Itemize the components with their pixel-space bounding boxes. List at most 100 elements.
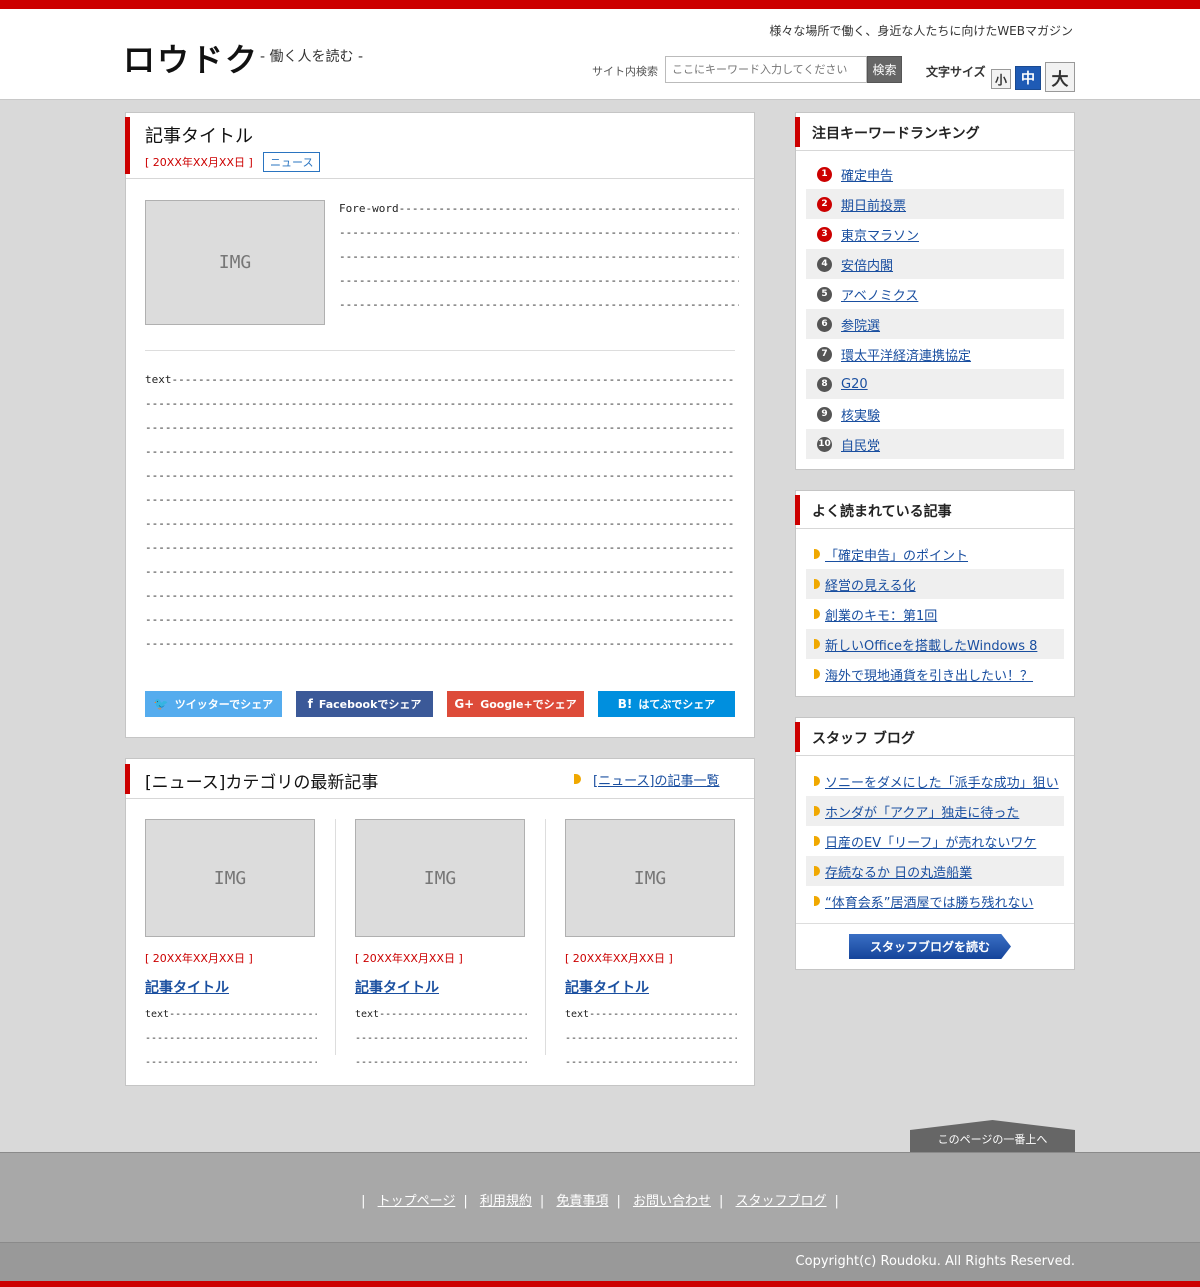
- bullet-icon: [814, 579, 820, 589]
- site-logo[interactable]: ロウドク: [123, 35, 259, 81]
- copyright-bar: Copyright(c) Roudoku. All Rights Reserve…: [0, 1242, 1200, 1282]
- ranking-link[interactable]: G20: [841, 377, 868, 392]
- rank-number-badge: 10: [817, 436, 832, 452]
- popular-item[interactable]: 海外で現地通貨を引き出したい！？: [806, 659, 1064, 689]
- popular-articles-box: よく読まれている記事 「確定申告」のポイント 経営の見える化 創業のキモ：第1回…: [795, 490, 1075, 697]
- popular-header: よく読まれている記事: [795, 491, 1074, 529]
- blog-item[interactable]: 日産のEV「リーフ」が売れないワケ: [806, 826, 1064, 856]
- site-tagline: - 働く人を読む -: [260, 49, 364, 65]
- ranking-link[interactable]: 環太平洋経済連携協定: [841, 345, 971, 364]
- ranking-link[interactable]: 安倍内閣: [841, 255, 893, 274]
- footer-link-staff-blog[interactable]: スタッフブログ: [736, 1194, 827, 1209]
- card-date: [ 20XX年XX月XX日 ]: [565, 952, 673, 965]
- font-size-small-button[interactable]: 小: [991, 69, 1011, 89]
- blog-link[interactable]: ホンダが「アクア」独走に待った: [825, 802, 1019, 821]
- bullet-icon: [814, 549, 820, 559]
- blog-link[interactable]: 存続なるか 日の丸造船業: [825, 862, 972, 881]
- footer-separator: |: [616, 1194, 621, 1209]
- footer-separator: |: [463, 1194, 468, 1209]
- card-text: text--------------------------- --------…: [145, 1009, 317, 1068]
- hatena-share-button[interactable]: B! はてぶでシェア: [598, 691, 735, 717]
- ranking-item[interactable]: 9 核実験: [806, 399, 1064, 429]
- ranking-item[interactable]: 2 期日前投票: [806, 189, 1064, 219]
- card-title-link[interactable]: 記事タイトル: [145, 977, 229, 997]
- ranking-link[interactable]: アベノミクス: [841, 285, 918, 304]
- font-size-medium-button[interactable]: 中: [1015, 66, 1041, 90]
- facebook-icon: f: [307, 697, 313, 711]
- category-list-link[interactable]: [ニュース]の記事一覧: [593, 770, 720, 789]
- ranking-link[interactable]: 参院選: [841, 315, 880, 334]
- google-share-button[interactable]: G+ Google+でシェア: [447, 691, 584, 717]
- article-foreword: Fore-word-------------------------------…: [339, 202, 739, 311]
- site-header: ロウドク - 働く人を読む - 様々な場所で働く、身近な人たちに向けたWEBマガ…: [0, 9, 1200, 100]
- footer-link-contact[interactable]: お問い合わせ: [633, 1194, 711, 1209]
- popular-item[interactable]: 創業のキモ：第1回: [806, 599, 1064, 629]
- popular-link[interactable]: 「確定申告」のポイント: [825, 545, 968, 564]
- copyright-text: Copyright(c) Roudoku. All Rights Reserve…: [795, 1254, 1075, 1269]
- ranking-item[interactable]: 3 東京マラソン: [806, 219, 1064, 249]
- popular-item[interactable]: 経営の見える化: [806, 569, 1064, 599]
- google-share-label: Google+でシェア: [480, 698, 577, 711]
- ranking-list: 1 確定申告 2 期日前投票 3 東京マラソン 4 安倍内閣 5 アベノミクス 6 参院選 …: [806, 159, 1064, 459]
- ranking-link[interactable]: 確定申告: [841, 165, 893, 184]
- staff-blog-header: スタッフ ブログ: [795, 718, 1074, 756]
- card-text: text--------------------------- --------…: [565, 1009, 737, 1068]
- rank-number-badge: 8: [817, 376, 832, 392]
- popular-item[interactable]: 新しいOfficeを搭載したWindows 8: [806, 629, 1064, 659]
- category-latest-box: [ニュース]カテゴリの最新記事 [ニュース]の記事一覧 IMG [ 20XX年X…: [125, 758, 755, 1086]
- font-size-large-button[interactable]: 大: [1045, 62, 1075, 92]
- hatena-share-label: はてぶでシェア: [638, 698, 716, 711]
- ranking-item[interactable]: 4 安倍内閣: [806, 249, 1064, 279]
- footer-separator: |: [834, 1194, 839, 1209]
- footer-link-disclaimer[interactable]: 免責事項: [556, 1194, 608, 1209]
- footer-link-top[interactable]: トップページ: [378, 1194, 456, 1209]
- footer-separator: |: [539, 1194, 545, 1209]
- ranking-item[interactable]: 8 G20: [806, 369, 1064, 399]
- article-category-tag[interactable]: ニュース: [263, 152, 321, 172]
- rank-number-badge: 3: [817, 226, 832, 242]
- card-date: [ 20XX年XX月XX日 ]: [145, 952, 253, 965]
- ranking-item[interactable]: 1 確定申告: [806, 159, 1064, 189]
- bullet-icon: [814, 776, 820, 786]
- popular-item[interactable]: 「確定申告」のポイント: [806, 539, 1064, 569]
- article-box: 記事タイトル [ 20XX年XX月XX日 ] ニュース IMG Fore-wor…: [125, 112, 755, 738]
- ranking-link[interactable]: 自民党: [841, 435, 880, 454]
- top-accent-bar: [0, 0, 1200, 9]
- twitter-share-button[interactable]: 🐦 ツイッターでシェア: [145, 691, 282, 717]
- ranking-item[interactable]: 10 自民党: [806, 429, 1064, 459]
- footer-link-terms[interactable]: 利用規約: [480, 1194, 532, 1209]
- search-label: サイト内検索: [592, 65, 658, 78]
- blog-item[interactable]: “体育会系”居酒屋では勝ち残れない: [806, 886, 1064, 916]
- read-staff-blog-button[interactable]: スタッフブログを読む: [849, 934, 1011, 959]
- facebook-share-button[interactable]: f Facebookでシェア: [296, 691, 433, 717]
- back-to-top-button[interactable]: このページの一番上へ: [910, 1120, 1075, 1152]
- footer-separator: |: [718, 1194, 724, 1209]
- article-title: 記事タイトル: [145, 126, 253, 147]
- blog-link[interactable]: ソニーをダメにした「派手な成功」狙い: [825, 772, 1059, 791]
- bullet-icon: [814, 669, 820, 679]
- blog-item[interactable]: ソニーをダメにした「派手な成功」狙い: [806, 766, 1064, 796]
- rank-number-badge: 1: [817, 166, 832, 182]
- search-button[interactable]: 検索: [867, 56, 902, 83]
- blog-link[interactable]: 日産のEV「リーフ」が売れないワケ: [825, 832, 1036, 851]
- popular-link[interactable]: 海外で現地通貨を引き出したい！？: [825, 665, 1033, 684]
- popular-link[interactable]: 経営の見える化: [825, 575, 916, 594]
- blog-link[interactable]: “体育会系”居酒屋では勝ち残れない: [825, 892, 1033, 911]
- ranking-title: 注目キーワードランキング: [812, 126, 980, 142]
- twitter-share-label: ツイッターでシェア: [174, 698, 274, 711]
- ranking-link[interactable]: 東京マラソン: [841, 225, 919, 244]
- search-input[interactable]: [665, 56, 867, 83]
- blog-item[interactable]: ホンダが「アクア」独走に待った: [806, 796, 1064, 826]
- bottom-accent-bar: [0, 1281, 1200, 1287]
- ranking-item[interactable]: 5 アベノミクス: [806, 279, 1064, 309]
- rank-number-badge: 2: [817, 196, 832, 212]
- blog-item[interactable]: 存続なるか 日の丸造船業: [806, 856, 1064, 886]
- ranking-item[interactable]: 7 環太平洋経済連携協定: [806, 339, 1064, 369]
- ranking-link[interactable]: 核実験: [841, 405, 880, 424]
- popular-link[interactable]: 創業のキモ：第1回: [825, 605, 937, 624]
- card-title-link[interactable]: 記事タイトル: [565, 977, 649, 997]
- ranking-item[interactable]: 6 参院選: [806, 309, 1064, 339]
- ranking-link[interactable]: 期日前投票: [841, 195, 906, 214]
- popular-link[interactable]: 新しいOfficeを搭載したWindows 8: [825, 635, 1037, 654]
- card-title-link[interactable]: 記事タイトル: [355, 977, 439, 997]
